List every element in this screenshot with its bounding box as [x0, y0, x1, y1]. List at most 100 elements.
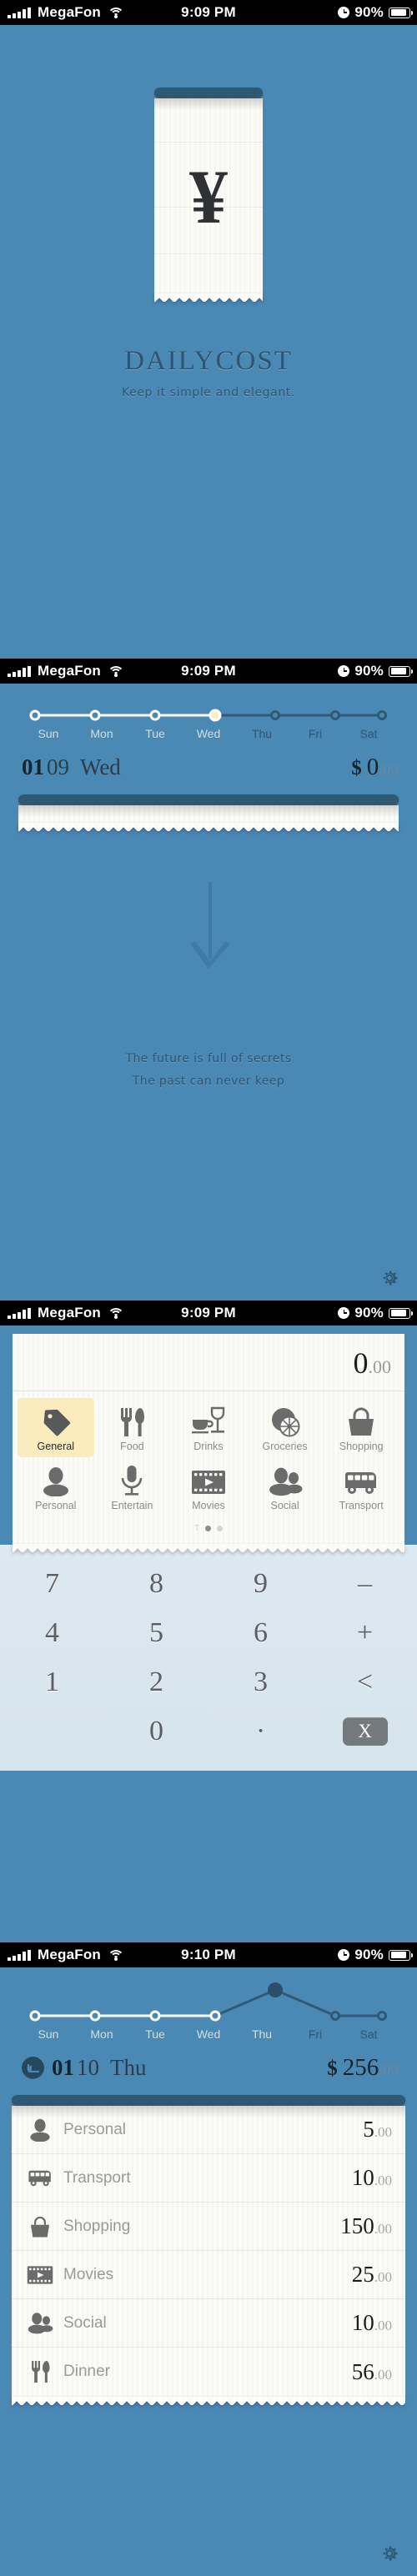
- key-2[interactable]: 2: [104, 1657, 208, 1706]
- key-less-than[interactable]: <: [313, 1657, 417, 1706]
- numeric-keypad[interactable]: 7 8 9 – 4 5 6 + 1 2 3 < 0 · X: [0, 1545, 417, 1771]
- entry-label: Shopping: [63, 2217, 131, 2235]
- key-plus[interactable]: +: [313, 1608, 417, 1657]
- category-label: Groceries: [262, 1441, 308, 1452]
- table-row[interactable]: Social 10 .00: [12, 2299, 405, 2348]
- category-pager[interactable]: T: [13, 1516, 404, 1545]
- category-grid[interactable]: General Food Drinks Groceries Shopping P…: [13, 1391, 404, 1516]
- category-label: Personal: [35, 1500, 77, 1511]
- category-label: Entertain: [111, 1500, 153, 1511]
- total-integer: 256: [342, 2054, 379, 2081]
- week-day-tue[interactable]: Tue: [128, 2027, 182, 2041]
- week-day-sun[interactable]: Sun: [22, 2027, 75, 2041]
- week-selector[interactable]: Sun Mon Tue Wed Thu Fri Sat: [0, 1967, 417, 2041]
- week-day-mon[interactable]: Mon: [75, 2027, 128, 2041]
- key-delete[interactable]: X: [313, 1706, 417, 1756]
- battery-icon: [389, 1949, 413, 1961]
- app-tagline: Keep it simple and elegant.: [122, 386, 295, 399]
- splash-receipt: ¥: [154, 88, 263, 294]
- entry-integer: 10: [351, 2310, 374, 2335]
- date-month: 01: [52, 2055, 74, 2080]
- category-shopping[interactable]: Shopping: [323, 1398, 399, 1457]
- table-row[interactable]: Dinner 56 .00: [12, 2348, 405, 2396]
- key-decimal[interactable]: ·: [208, 1706, 313, 1756]
- category-general[interactable]: General: [18, 1398, 94, 1457]
- week-day-sat[interactable]: Sat: [342, 727, 395, 740]
- film-icon: [23, 2264, 57, 2286]
- week-day-labels[interactable]: Sun Mon Tue Wed Thu Fri Sat: [22, 2027, 395, 2041]
- category-drinks[interactable]: Drinks: [170, 1398, 247, 1457]
- key-3[interactable]: 3: [208, 1657, 313, 1706]
- key-1[interactable]: 1: [0, 1657, 104, 1706]
- basket-icon: [324, 1404, 398, 1437]
- week-day-wed[interactable]: Wed: [182, 727, 235, 740]
- people-icon: [249, 1463, 322, 1496]
- week-day-mon[interactable]: Mon: [75, 727, 128, 740]
- category-personal[interactable]: Personal: [18, 1457, 94, 1516]
- entry-decimal: .00: [374, 2221, 392, 2237]
- category-groceries[interactable]: Groceries: [247, 1398, 324, 1457]
- key-minus[interactable]: –: [313, 1559, 417, 1608]
- week-day-wed[interactable]: Wed: [182, 2027, 235, 2041]
- entry-label: Social: [63, 2313, 107, 2332]
- entry-decimal: .00: [374, 2366, 392, 2383]
- category-label: General: [37, 1441, 75, 1452]
- week-day-thu[interactable]: Thu: [235, 727, 289, 740]
- table-row[interactable]: Shopping 150 .00: [12, 2203, 405, 2251]
- keypad-row-2: 4 5 6 +: [0, 1608, 417, 1657]
- category-label: Shopping: [339, 1441, 384, 1452]
- key-6[interactable]: 6: [208, 1608, 313, 1657]
- entry-amount: 5 .00: [363, 2117, 392, 2142]
- category-social[interactable]: Social: [247, 1457, 324, 1516]
- bus-icon: [23, 2168, 57, 2188]
- category-entertain[interactable]: Entertain: [94, 1457, 171, 1516]
- back-arrow-icon[interactable]: [22, 2057, 44, 2079]
- total-decimal: .00: [379, 2062, 399, 2079]
- date-weekday: Wed: [80, 754, 121, 779]
- settings-button[interactable]: [379, 2543, 400, 2564]
- entry-integer: 5: [363, 2117, 374, 2142]
- settings-button[interactable]: [379, 1267, 400, 1289]
- table-row[interactable]: Movies 25 .00: [12, 2251, 405, 2299]
- key-0[interactable]: 0: [104, 1706, 208, 1756]
- week-day-thu[interactable]: Thu: [235, 2027, 289, 2041]
- week-selector[interactable]: Sun Mon Tue Wed Thu Fri Sat: [0, 684, 417, 740]
- week-day-fri[interactable]: Fri: [289, 727, 342, 740]
- tag-icon: [19, 1404, 93, 1437]
- pager-dot-1[interactable]: [205, 1526, 212, 1531]
- week-line-chart[interactable]: [22, 702, 395, 724]
- day-list-screen: Sun Mon Tue Wed Thu Fri Sat 01 10 Thu $ …: [0, 1967, 417, 2576]
- category-transport[interactable]: Transport: [323, 1457, 399, 1516]
- amount-display: 0 .00: [13, 1334, 404, 1391]
- key-7[interactable]: 7: [0, 1559, 104, 1608]
- key-8[interactable]: 8: [104, 1559, 208, 1608]
- week-chart-svg: [29, 1982, 387, 2022]
- week-day-tue[interactable]: Tue: [128, 727, 182, 740]
- amount-decimal: .00: [368, 1356, 392, 1377]
- category-movies[interactable]: Movies: [170, 1457, 247, 1516]
- film-icon: [172, 1463, 245, 1496]
- microphone-icon: [96, 1463, 169, 1496]
- week-day-fri[interactable]: Fri: [289, 2027, 342, 2041]
- arrow-down-icon: [190, 882, 230, 969]
- total-integer: 0: [366, 754, 379, 780]
- week-day-sat[interactable]: Sat: [342, 2027, 395, 2041]
- key-5[interactable]: 5: [104, 1608, 208, 1657]
- entry-integer: 25: [351, 2262, 374, 2287]
- entry-label: Movies: [63, 2265, 114, 2283]
- entry-amount: 25 .00: [352, 2262, 392, 2288]
- entry-amount: 10 .00: [352, 2310, 392, 2336]
- category-food[interactable]: Food: [94, 1398, 171, 1457]
- key-9[interactable]: 9: [208, 1559, 313, 1608]
- week-day-sun[interactable]: Sun: [22, 727, 75, 740]
- receipt-roller-bar: [154, 88, 263, 98]
- quote-line-2: The past can never keep: [132, 1074, 285, 1088]
- keypad-row-4: 0 · X: [0, 1706, 417, 1756]
- week-line-chart[interactable]: [22, 1982, 395, 2024]
- table-row[interactable]: Transport 10 .00: [12, 2154, 405, 2203]
- week-day-labels[interactable]: Sun Mon Tue Wed Thu Fri Sat: [22, 727, 395, 740]
- pager-dot-2[interactable]: [217, 1526, 224, 1531]
- key-4[interactable]: 4: [0, 1608, 104, 1657]
- app-title: DAILYCOST: [124, 346, 293, 376]
- category-label: Social: [270, 1500, 299, 1511]
